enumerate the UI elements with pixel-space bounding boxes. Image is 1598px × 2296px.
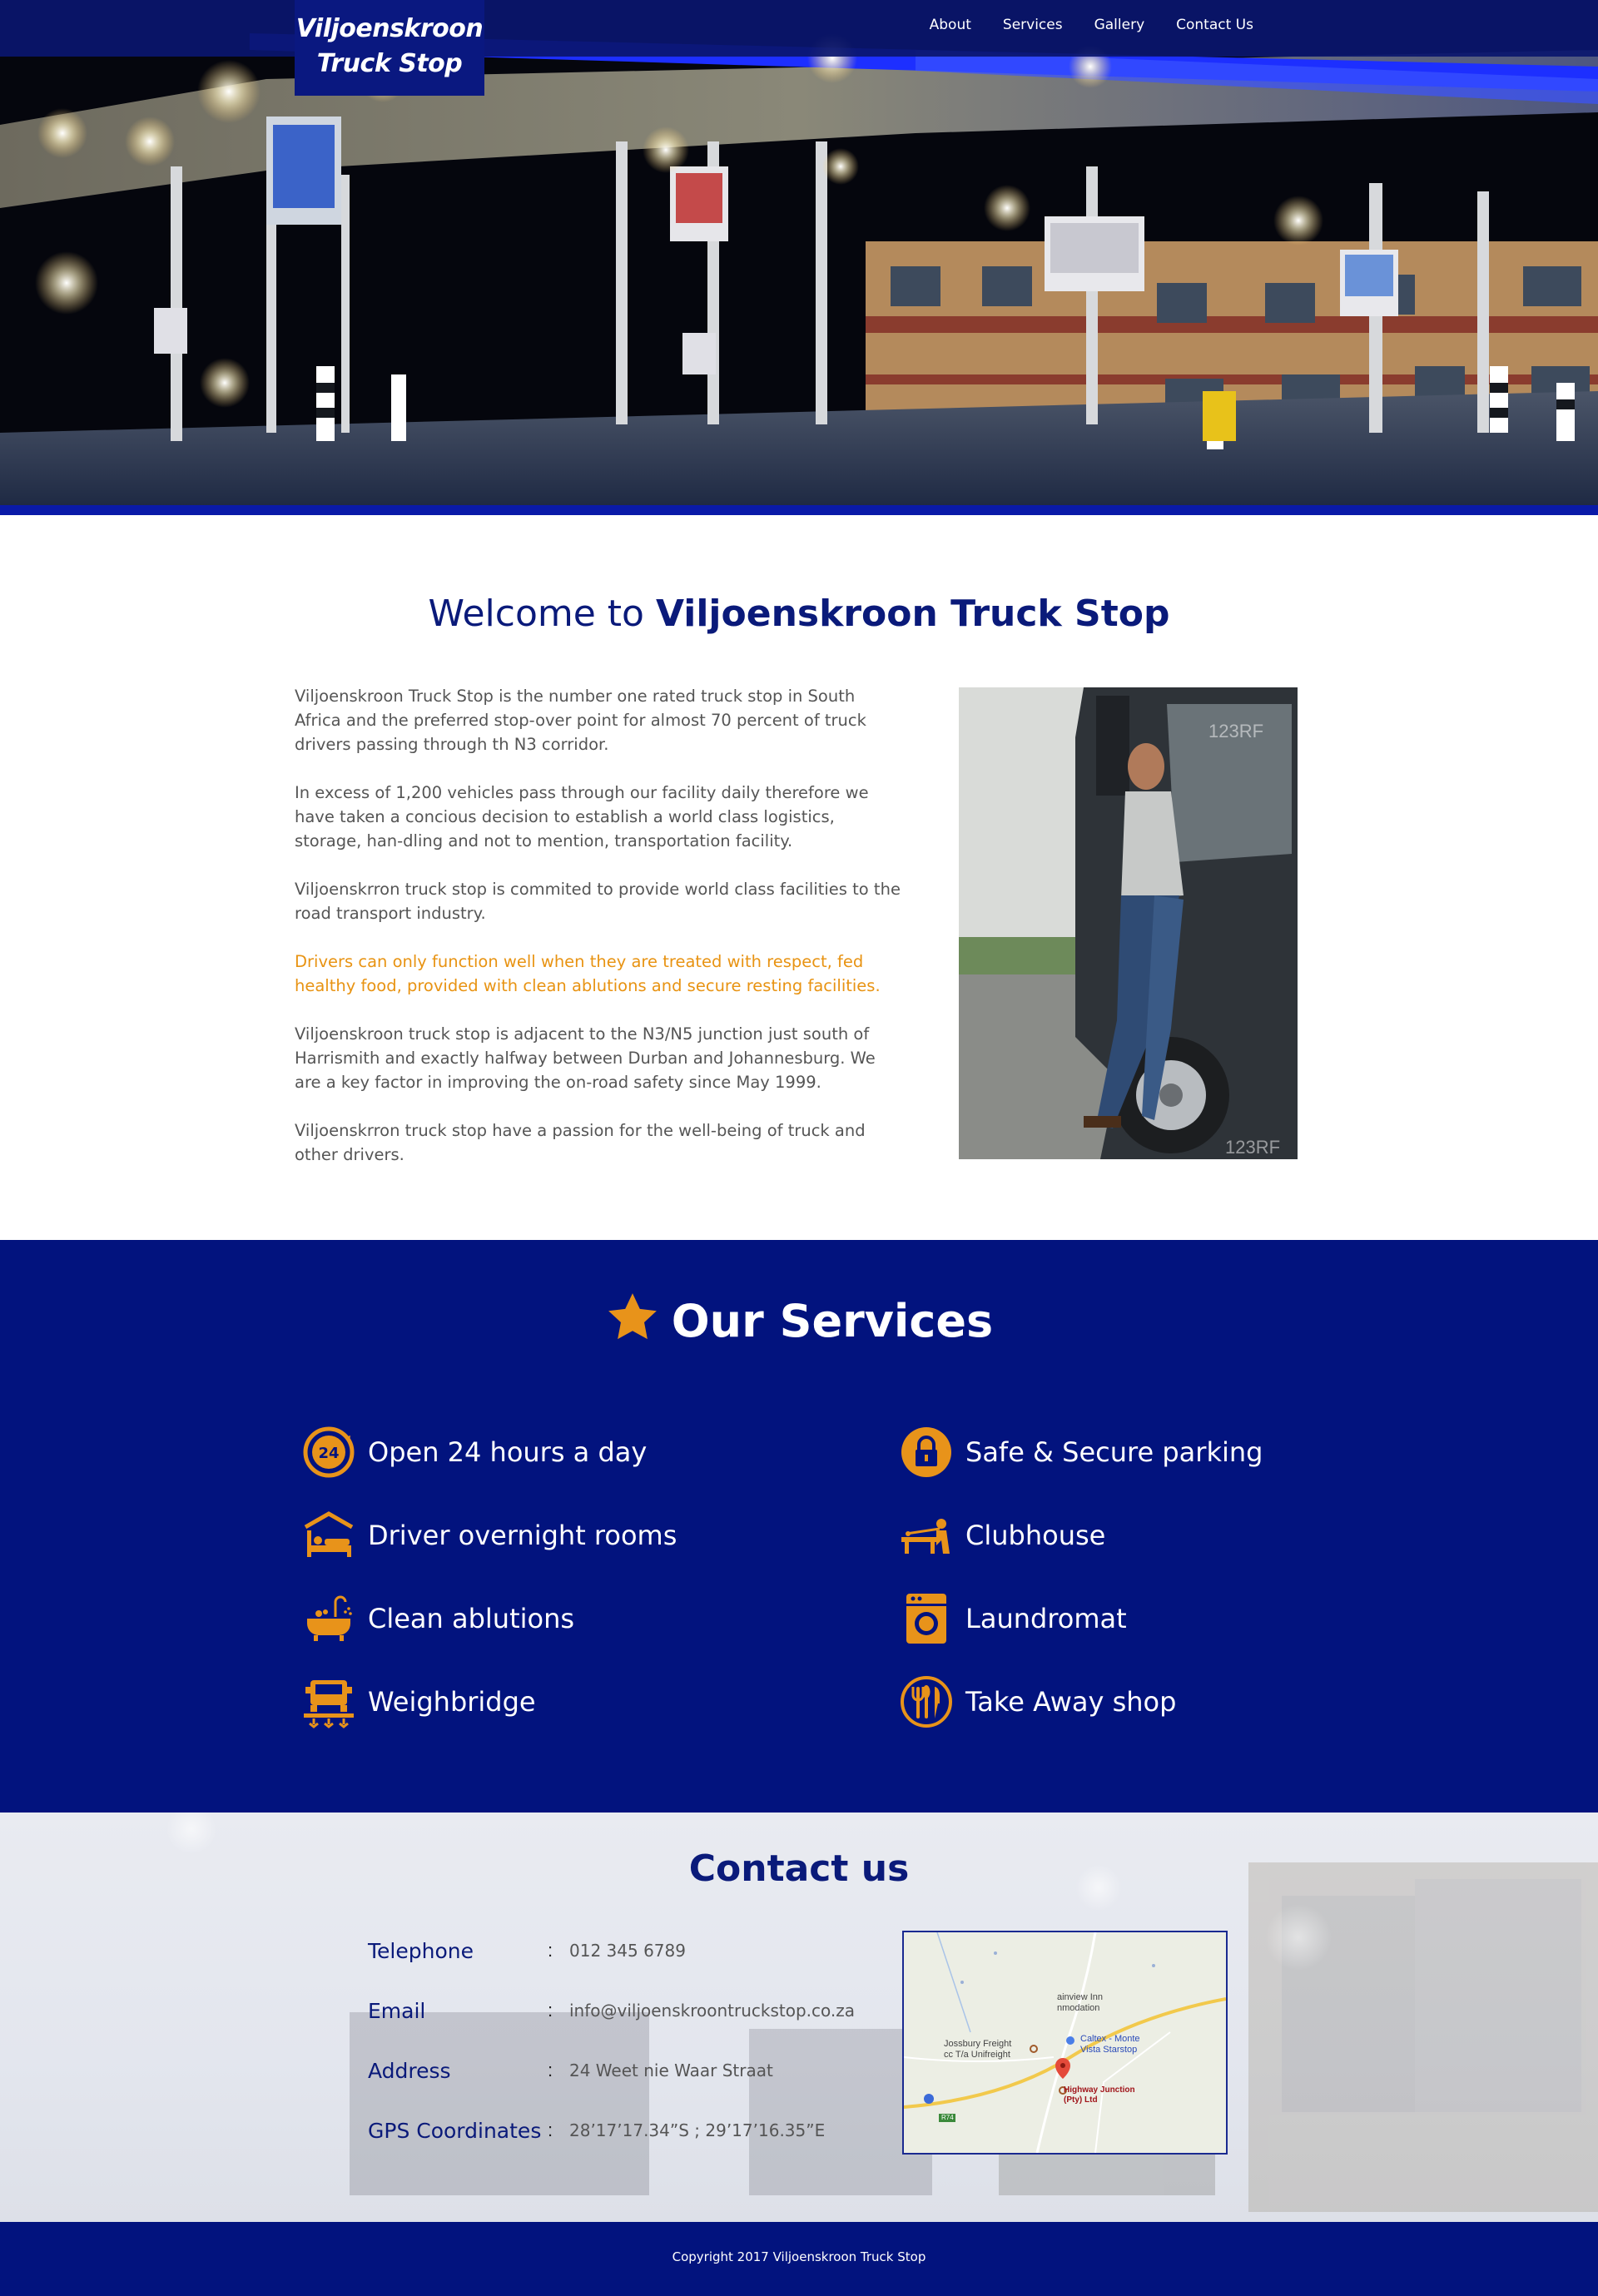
- map-label: Vista Starstop: [1080, 2045, 1138, 2055]
- service-label: Clean ablutions: [368, 1603, 575, 1634]
- pool-table-icon: [899, 1508, 954, 1563]
- contact-heading-suffix: us: [848, 1847, 910, 1890]
- service-item-clean-ablutions: Clean ablutions: [301, 1589, 574, 1648]
- contact-row-telephone: Telephone : 012 345 6789: [368, 1934, 686, 1967]
- truck-driver-photo: 123RF 123RF: [959, 687, 1298, 1159]
- location-map[interactable]: ainview Inn nmodation Jossbury Freight c…: [902, 1931, 1228, 2155]
- contact-row-email: Email : info@viljoenskroontruckstop.co.z…: [368, 1994, 855, 2027]
- contact-separator: :: [548, 2120, 553, 2140]
- svg-text:24: 24: [318, 1445, 339, 1462]
- logo-line-2: Truck Stop: [316, 49, 463, 78]
- contact-separator: :: [548, 2000, 553, 2021]
- star-icon: [605, 1290, 660, 1345]
- top-navigation-bar: [0, 0, 1598, 57]
- fuel-station-night-photo: [0, 0, 1598, 505]
- services-heading: Our Services: [0, 1290, 1598, 1347]
- welcome-paragraph: Viljoenskroon Truck Stop is the number o…: [295, 687, 866, 754]
- contact-label: Email: [368, 1998, 426, 2023]
- contact-label: GPS Coordinates: [368, 2118, 542, 2143]
- welcome-heading: Welcome to Viljoenskroon Truck Stop: [0, 593, 1598, 635]
- logo-line-1: Viljoenskroon: [295, 14, 484, 43]
- hero-bottom-stripe: [0, 505, 1598, 515]
- copyright-text: Copyright 2017 Viljoenskroon Truck Stop: [672, 2249, 926, 2264]
- service-item-take-away-shop: Take Away shop: [899, 1673, 1176, 1731]
- welcome-intro-text: Viljoenskroon Truck Stop is the number o…: [295, 684, 902, 1191]
- services-heading-prefix: Our: [671, 1295, 780, 1347]
- service-item-weighbridge: Weighbridge: [301, 1673, 536, 1731]
- welcome-heading-name: Viljoenskroon Truck Stop: [655, 593, 1170, 635]
- weighbridge-truck-icon: [301, 1674, 356, 1729]
- welcome-heading-prefix: Welcome to: [428, 593, 656, 635]
- map-label: Caltex - Monte: [1080, 2034, 1140, 2044]
- map-label: nmodation: [1057, 2003, 1100, 2013]
- welcome-paragraph: Viljoenskroon truck stop is adjacent to …: [295, 1024, 876, 1092]
- nav-link-about[interactable]: About: [930, 17, 971, 33]
- welcome-paragraph: Viljoenskrron truck stop have a passion …: [295, 1121, 866, 1164]
- email-link[interactable]: info@viljoenskroontruckstop.co.za: [569, 2001, 855, 2021]
- contact-row-gps: GPS Coordinates : 28’17’17.34”S ; 29’17’…: [368, 2114, 825, 2147]
- nav-link-contact-us[interactable]: Contact Us: [1176, 17, 1253, 33]
- main-menu: About Services Gallery Contact Us: [930, 17, 1253, 33]
- map-label: Jossbury Freight: [944, 2039, 1012, 2049]
- map-label: ainview Inn: [1057, 1992, 1104, 2002]
- map-label: (Pty) Ltd: [1064, 2095, 1098, 2105]
- clock-24-icon: 24: [301, 1425, 356, 1480]
- welcome-highlight-paragraph: Drivers can only function well when they…: [295, 952, 881, 995]
- service-item-overnight-rooms: Driver overnight rooms: [301, 1506, 677, 1565]
- nav-link-services[interactable]: Services: [1003, 17, 1063, 33]
- site-logo[interactable]: Viljoenskroon Truck Stop: [295, 0, 484, 96]
- service-label: Clubhouse: [965, 1520, 1106, 1551]
- service-label: Driver overnight rooms: [368, 1520, 677, 1551]
- map-label: cc T/a Unifreight: [944, 2050, 1010, 2060]
- map-label: R74: [941, 2114, 954, 2121]
- welcome-paragraph: Viljoenskrron truck stop is commited to …: [295, 880, 901, 923]
- photo-watermark: 123RF: [1208, 721, 1263, 741]
- services-section: Our Services 24 Open 24 hours a day Driv…: [0, 1240, 1598, 1813]
- contact-row-address: Address : 24 Weet nie Waar Straat: [368, 2054, 773, 2087]
- padlock-icon: [899, 1425, 954, 1480]
- contact-separator: :: [548, 1940, 553, 1961]
- contact-heading-bold: Contact: [688, 1847, 849, 1890]
- service-item-clubhouse: Clubhouse: [899, 1506, 1105, 1565]
- service-item-secure-parking: Safe & Secure parking: [899, 1423, 1263, 1481]
- cutlery-icon: [899, 1674, 954, 1729]
- nav-link-gallery[interactable]: Gallery: [1094, 17, 1145, 33]
- service-label: Take Away shop: [965, 1686, 1177, 1718]
- washing-machine-icon: [899, 1591, 954, 1646]
- address-value: 24 Weet nie Waar Straat: [569, 2060, 773, 2080]
- service-label: Open 24 hours a day: [368, 1436, 648, 1468]
- gps-value: 28’17’17.34”S ; 29’17’16.35”E: [569, 2120, 826, 2140]
- bathtub-icon: [301, 1591, 356, 1646]
- map-label: Highway Junction: [1064, 2085, 1135, 2095]
- service-item-laundromat: Laundromat: [899, 1589, 1127, 1648]
- photo-watermark: 123RF: [1225, 1137, 1280, 1158]
- service-label: Weighbridge: [368, 1686, 536, 1718]
- service-label: Laundromat: [965, 1603, 1127, 1634]
- service-item-open-24-hours: 24 Open 24 hours a day: [301, 1423, 647, 1481]
- contact-section: Contact us Telephone : 012 345 6789 Emai…: [0, 1813, 1598, 2222]
- bed-icon: [301, 1508, 356, 1563]
- site-footer: Copyright 2017 Viljoenskroon Truck Stop: [0, 2222, 1598, 2296]
- contact-label: Address: [368, 2058, 451, 2083]
- contact-separator: :: [548, 2060, 553, 2080]
- service-label: Safe & Secure parking: [965, 1436, 1263, 1468]
- services-heading-bold: Services: [779, 1295, 994, 1347]
- telephone-value[interactable]: 012 345 6789: [569, 1941, 686, 1961]
- contact-heading: Contact us: [0, 1847, 1598, 1890]
- contact-label: Telephone: [368, 1938, 474, 1963]
- hero-banner: [0, 0, 1598, 505]
- welcome-paragraph: In excess of 1,200 vehicles pass through…: [295, 783, 869, 850]
